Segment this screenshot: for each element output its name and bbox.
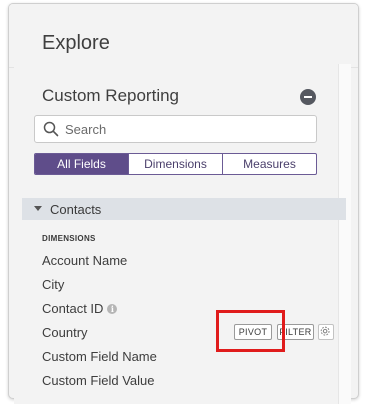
field-account-name[interactable]: Account Name	[42, 253, 127, 271]
dimensions-heading: DIMENSIONS	[42, 234, 96, 243]
tab-dimensions[interactable]: Dimensions	[128, 154, 222, 174]
collapse-minus-icon[interactable]	[300, 89, 316, 105]
tab-measures[interactable]: Measures	[222, 154, 316, 174]
field-type-tabs: All Fields Dimensions Measures	[34, 153, 317, 175]
tab-all-fields[interactable]: All Fields	[35, 154, 128, 174]
group-label: Contacts	[50, 202, 102, 217]
info-icon[interactable]: i	[107, 304, 118, 314]
field-contact-id[interactable]: Contact ID i	[42, 301, 118, 319]
search-input[interactable]	[65, 120, 305, 139]
search-icon	[43, 121, 59, 137]
gear-icon	[320, 326, 330, 336]
field-label: Country	[42, 325, 88, 340]
field-label: Account Name	[42, 253, 128, 268]
field-custom-field-value[interactable]: Custom Field Value	[42, 373, 154, 391]
explore-header: Explore	[9, 4, 358, 68]
section-title: Custom Reporting	[42, 86, 180, 105]
field-label: Contact ID	[42, 301, 104, 316]
search-field[interactable]	[34, 115, 317, 143]
field-country[interactable]: Country	[42, 325, 88, 343]
field-city[interactable]: City	[42, 277, 64, 295]
group-header-contacts[interactable]: Contacts	[22, 198, 346, 220]
annotation-highlight	[216, 310, 285, 352]
field-label: City	[42, 277, 65, 292]
field-label: Custom Field Name	[42, 349, 157, 364]
field-label: Custom Field Value	[42, 373, 155, 388]
caret-down-icon	[34, 206, 42, 211]
field-settings-button[interactable]	[318, 324, 334, 340]
field-custom-field-name[interactable]: Custom Field Name	[42, 349, 157, 367]
panel-divider	[338, 64, 351, 404]
page-title: Explore	[42, 32, 110, 54]
